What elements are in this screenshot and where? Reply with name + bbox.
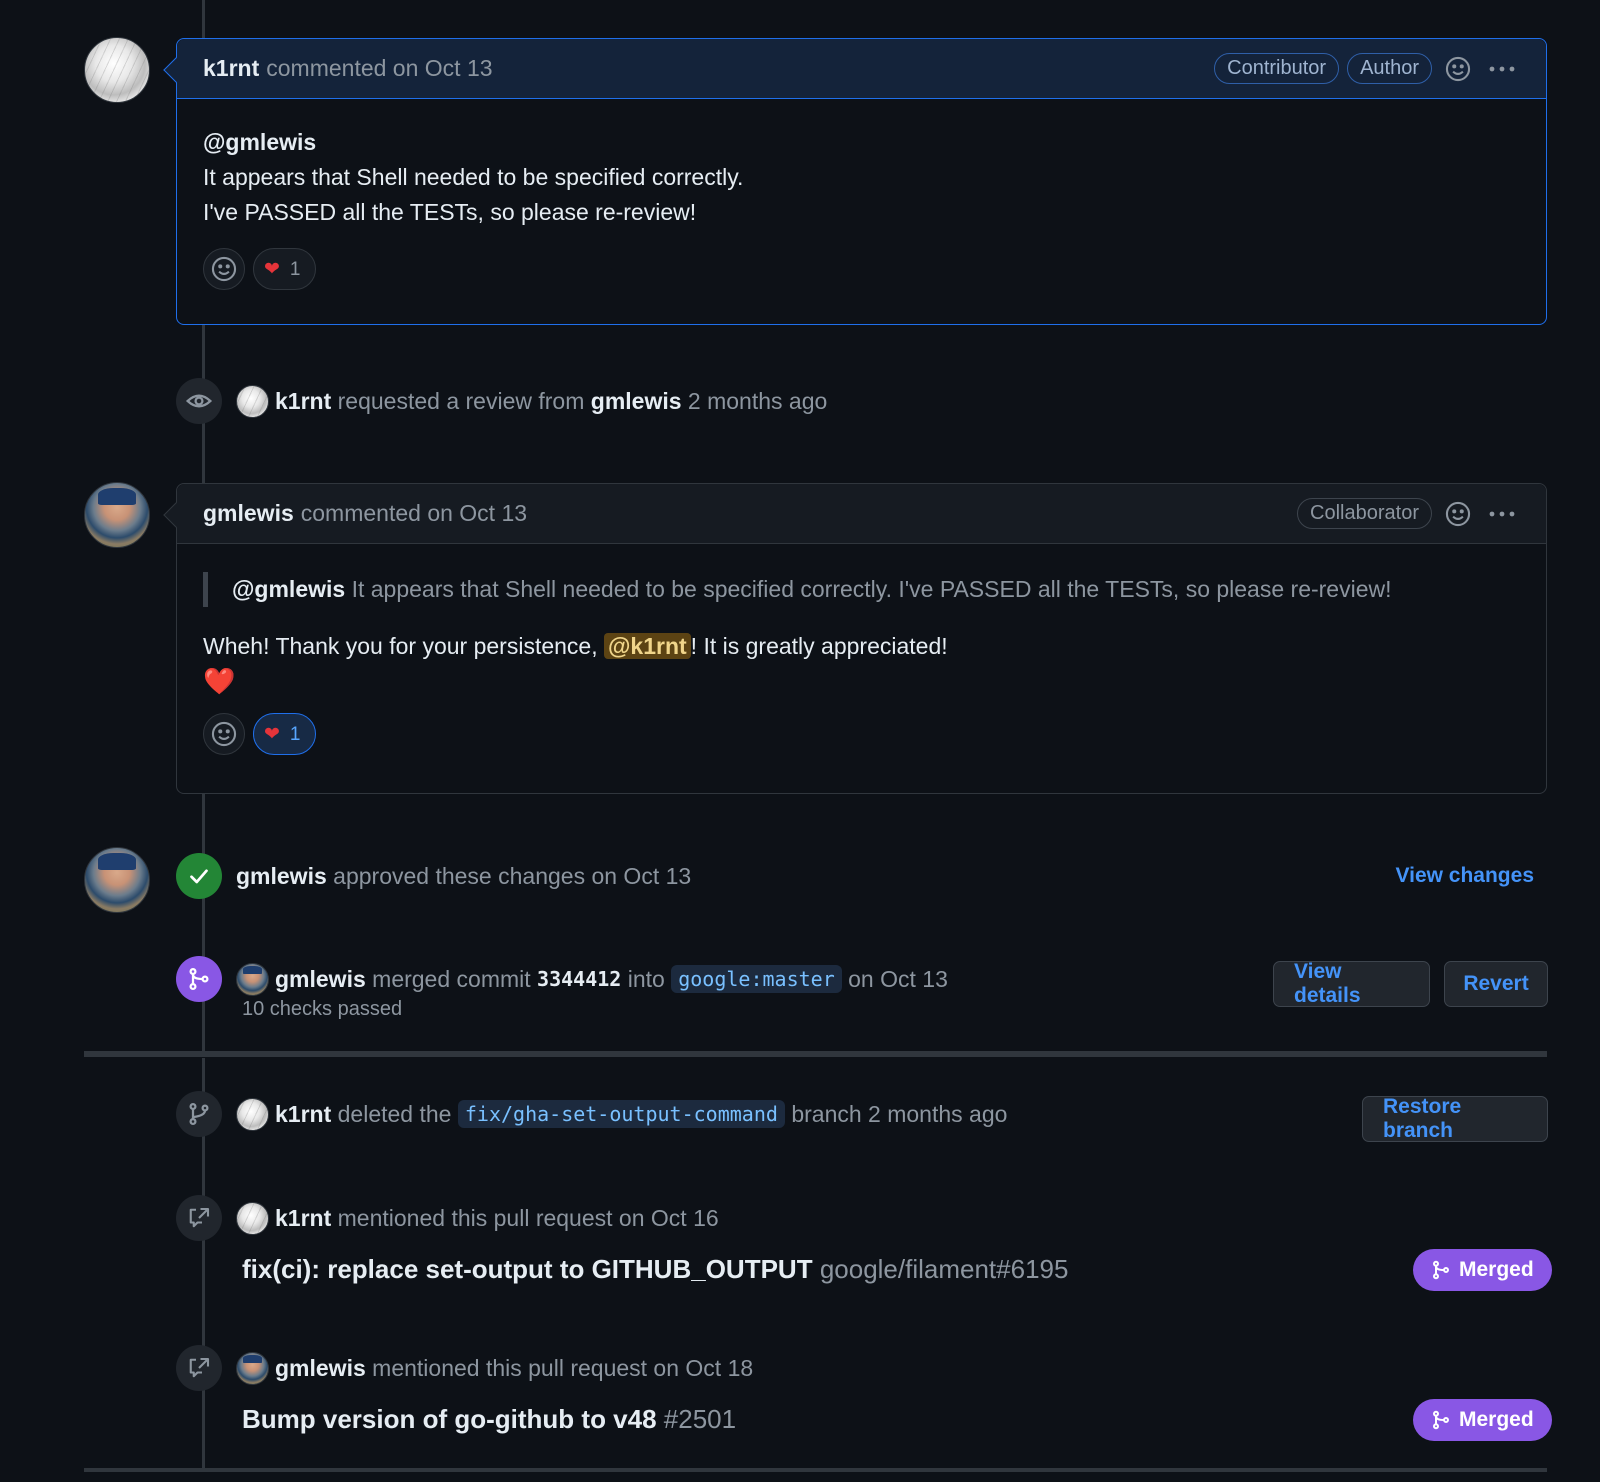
cross-reference-icon — [176, 1345, 222, 1391]
avatar-gmlewis[interactable] — [84, 847, 150, 913]
comment-header: k1rnt commented on Oct 13 Contributor Au… — [177, 39, 1546, 99]
git-merge-icon — [1433, 1410, 1449, 1430]
add-reaction-icon[interactable] — [1440, 51, 1476, 87]
event-text[interactable]: mentioned this pull request on Oct 18 — [372, 1355, 753, 1382]
avatar-k1rnt-small[interactable] — [236, 384, 269, 418]
add-reaction-icon[interactable] — [1440, 496, 1476, 532]
deleted-branch[interactable]: fix/gha-set-output-command — [457, 1100, 785, 1128]
comment-gmlewis: gmlewis commented on Oct 13 Collaborator… — [163, 483, 1547, 794]
git-merge-icon — [176, 956, 222, 1002]
reply-after: ! It is greatly appreciated! — [690, 633, 948, 659]
comment-timestamp[interactable]: commented on Oct 13 — [301, 500, 527, 527]
comment-mention[interactable]: @gmlewis — [203, 125, 1520, 160]
restore-branch-button[interactable]: Restore branch — [1362, 1095, 1548, 1142]
comment-body: @gmlewis It appears that Shell needed to… — [177, 544, 1546, 781]
reply-before: Wheh! Thank you for your persistence, — [203, 633, 598, 659]
quote-text: It appears that Shell needed to be speci… — [351, 576, 1392, 602]
event-actor[interactable]: k1rnt — [275, 388, 331, 415]
comment-author[interactable]: k1rnt — [203, 55, 259, 82]
quote-mention[interactable]: @gmlewis — [232, 576, 345, 602]
cross-reference-icon — [176, 1195, 222, 1241]
more-options-icon[interactable] — [1484, 496, 1520, 532]
heart-reaction-button[interactable]: ❤ 1 — [253, 713, 316, 755]
merged-label: Merged — [1459, 1258, 1534, 1281]
reactions-bar: ❤ 1 — [203, 713, 1520, 755]
comment-timestamp[interactable]: commented on Oct 13 — [266, 55, 492, 82]
reaction-count: 1 — [289, 258, 301, 280]
event-text: merged commit — [372, 965, 531, 992]
pr-title[interactable]: Bump version of go-github to v48 — [242, 1404, 657, 1434]
author-badge: Author — [1347, 53, 1432, 84]
target-branch[interactable]: google:master — [671, 965, 842, 993]
view-details-button[interactable]: View details — [1273, 960, 1430, 1007]
avatar-gmlewis[interactable] — [84, 482, 150, 548]
eye-icon — [176, 378, 222, 424]
git-branch-icon — [176, 1091, 222, 1137]
contributor-badge: Contributor — [1214, 53, 1340, 84]
revert-button[interactable]: Revert — [1444, 961, 1548, 1007]
heart-icon: ❤ — [264, 258, 280, 280]
reactions-bar: ❤ 1 — [203, 248, 1520, 290]
avatar-k1rnt-small[interactable] — [236, 1097, 269, 1131]
comment-line: It appears that Shell needed to be speci… — [203, 164, 744, 190]
cross-reference-event: gmlewis mentioned this pull request on O… — [176, 1345, 1548, 1391]
avatar-k1rnt[interactable] — [84, 37, 150, 103]
event-time[interactable]: on Oct 13 — [848, 966, 948, 993]
avatar-gmlewis-small[interactable] — [236, 1351, 269, 1385]
git-merge-icon — [1433, 1260, 1449, 1280]
more-options-icon[interactable] — [1484, 51, 1520, 87]
reaction-count: 1 — [289, 723, 301, 745]
comment-line: I've PASSED all the TESTs, so please re-… — [203, 199, 697, 225]
merged-status-badge: Merged — [1413, 1399, 1552, 1441]
event-actor[interactable]: k1rnt — [275, 1205, 331, 1232]
review-request-event: k1rnt requested a review from gmlewis 2 … — [176, 378, 1548, 424]
pr-title[interactable]: fix(ci): replace set-output to GITHUB_OU… — [242, 1254, 813, 1284]
pr-number[interactable]: #2501 — [664, 1404, 736, 1434]
pr-reference-title[interactable]: Bump version of go-github to v48 #2501 — [242, 1404, 736, 1435]
event-actor[interactable]: gmlewis — [236, 863, 327, 890]
event-text: deleted the — [337, 1100, 452, 1127]
delete-branch-event: k1rnt deleted the fix/gha-set-output-com… — [176, 1091, 1548, 1142]
event-actor[interactable]: gmlewis — [275, 1355, 366, 1382]
timeline-line — [202, 793, 205, 1051]
merge-event: gmlewis merged commit 3344412 into googl… — [176, 956, 1548, 1007]
comment-author[interactable]: gmlewis — [203, 500, 294, 527]
reply-mention[interactable]: @k1rnt — [604, 633, 691, 659]
comment-header: gmlewis commented on Oct 13 Collaborator — [177, 484, 1546, 544]
timeline-divider — [84, 1051, 1547, 1057]
heart-icon: ❤ — [264, 723, 280, 745]
add-reaction-button[interactable] — [203, 713, 245, 755]
commit-sha[interactable]: 3344412 — [537, 967, 621, 991]
pr-reference-title[interactable]: fix(ci): replace set-output to GITHUB_OU… — [242, 1254, 1068, 1285]
event-text[interactable]: approved these changes on Oct 13 — [333, 863, 691, 890]
view-changes-link[interactable]: View changes — [1395, 864, 1534, 888]
event-text: into — [627, 965, 665, 992]
merged-status-badge: Merged — [1413, 1249, 1552, 1291]
event-text: requested a review from — [337, 387, 585, 414]
pr-number[interactable]: google/filament#6195 — [820, 1254, 1069, 1284]
add-reaction-button[interactable] — [203, 248, 245, 290]
cross-reference-event: k1rnt mentioned this pull request on Oct… — [176, 1195, 1548, 1241]
avatar-k1rnt-small[interactable] — [236, 1201, 269, 1235]
blockquote: @gmlewis It appears that Shell needed to… — [203, 572, 1520, 607]
timeline-line — [202, 0, 205, 38]
event-actor[interactable]: gmlewis — [275, 966, 366, 993]
reply-text: Wheh! Thank you for your persistence, @k… — [203, 629, 1520, 664]
comment-k1rnt: k1rnt commented on Oct 13 Contributor Au… — [163, 38, 1547, 325]
approval-event: gmlewis approved these changes on Oct 13… — [176, 853, 1548, 899]
merged-label: Merged — [1459, 1408, 1534, 1431]
event-time[interactable]: branch 2 months ago — [791, 1101, 1007, 1128]
collaborator-badge: Collaborator — [1297, 498, 1432, 529]
heart-reaction-button[interactable]: ❤ 1 — [253, 248, 316, 290]
check-icon — [176, 853, 222, 899]
comment-body: @gmlewis It appears that Shell needed to… — [177, 99, 1546, 316]
checks-status[interactable]: 10 checks passed — [242, 998, 402, 1021]
avatar-gmlewis-small[interactable] — [236, 962, 269, 996]
event-reviewer[interactable]: gmlewis — [591, 388, 682, 415]
event-actor[interactable]: k1rnt — [275, 1101, 331, 1128]
timeline-divider — [84, 1468, 1547, 1472]
reply-heart-emoji: ❤️ — [203, 666, 236, 696]
event-text[interactable]: mentioned this pull request on Oct 16 — [338, 1205, 719, 1232]
event-time[interactable]: 2 months ago — [688, 388, 827, 415]
